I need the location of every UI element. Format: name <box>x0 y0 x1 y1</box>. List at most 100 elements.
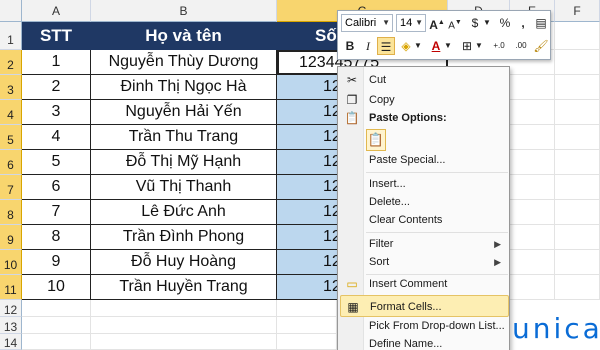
row-header-9[interactable]: 9 <box>0 225 22 250</box>
empty-cell[interactable] <box>510 150 555 175</box>
table-cell-stt[interactable]: 5 <box>22 150 91 175</box>
row-header-4[interactable]: 4 <box>0 100 22 125</box>
row-header-11[interactable]: 11 <box>0 275 22 300</box>
submenu-arrow-icon: ▶ <box>494 257 501 267</box>
row-header-5[interactable]: 5 <box>0 125 22 150</box>
table-cell-stt[interactable]: 7 <box>22 200 91 225</box>
percent-button[interactable]: % <box>496 14 514 32</box>
empty-cell[interactable] <box>91 317 277 334</box>
empty-cell[interactable] <box>510 175 555 200</box>
row-header-1[interactable]: 1 <box>0 22 22 50</box>
table-header-name[interactable]: Họ và tên <box>91 22 277 50</box>
table-cell-name[interactable]: Đinh Thị Ngọc Hà <box>91 75 277 100</box>
menu-item-label: Insert Comment <box>369 278 448 290</box>
menu-item-clear-contents[interactable]: Clear Contents <box>340 209 509 231</box>
empty-cell[interactable] <box>555 200 600 225</box>
row-header-12[interactable]: 12 <box>0 300 22 317</box>
empty-cell[interactable] <box>22 334 91 350</box>
table-cell-name[interactable]: Đỗ Huy Hoàng <box>91 250 277 275</box>
row-header-13[interactable]: 13 <box>0 317 22 334</box>
table-cell-name[interactable]: Nguyễn Hải Yến <box>91 100 277 125</box>
row-header-6[interactable]: 6 <box>0 150 22 175</box>
table-cell-name[interactable]: Trần Thu Trang <box>91 125 277 150</box>
empty-cell[interactable] <box>277 334 337 350</box>
empty-cell[interactable] <box>510 225 555 250</box>
column-header-b[interactable]: B <box>91 0 277 22</box>
empty-cell[interactable] <box>555 50 600 75</box>
table-cell-stt[interactable]: 6 <box>22 175 91 200</box>
font-color-dropdown[interactable]: ▼ <box>443 37 453 55</box>
shrink-font-icon: A <box>448 20 455 32</box>
empty-cell[interactable] <box>555 275 600 300</box>
menu-item-sort[interactable]: Sort ▶ <box>340 251 509 273</box>
font-name-combo[interactable]: Calibri ▼ <box>341 14 393 32</box>
format-painter-button[interactable]: 🖌 <box>532 37 550 55</box>
decrease-decimal-icon: .00 <box>515 41 527 50</box>
empty-cell[interactable] <box>555 100 600 125</box>
empty-cell[interactable] <box>555 250 600 275</box>
table-cell-name[interactable]: Trần Huyền Trang <box>91 275 277 300</box>
table-cell-name[interactable]: Đỗ Thị Mỹ Hạnh <box>91 150 277 175</box>
currency-dropdown[interactable]: ▼ <box>482 14 492 32</box>
format-painter-mini-button[interactable]: ▤ <box>532 14 550 32</box>
empty-cell[interactable] <box>22 317 91 334</box>
empty-cell[interactable] <box>510 125 555 150</box>
empty-cell[interactable] <box>555 150 600 175</box>
empty-cell[interactable] <box>555 225 600 250</box>
table-cell-stt[interactable]: 2 <box>22 75 91 100</box>
empty-cell[interactable] <box>510 100 555 125</box>
table-header-stt[interactable]: STT <box>22 22 91 50</box>
table-cell-name[interactable]: Vũ Thị Thanh <box>91 175 277 200</box>
menu-item-label: Define Name... <box>369 338 443 350</box>
paste-button[interactable]: 📋 <box>366 129 386 151</box>
fill-color-dropdown[interactable]: ▼ <box>413 37 423 55</box>
font-size-combo[interactable]: 14 ▼ <box>396 14 426 32</box>
column-header-a[interactable]: A <box>22 0 91 22</box>
empty-cell[interactable] <box>510 250 555 275</box>
empty-cell[interactable] <box>22 300 91 317</box>
empty-cell[interactable] <box>555 75 600 100</box>
empty-cell[interactable] <box>555 175 600 200</box>
comma-style-button[interactable]: , <box>514 14 532 32</box>
shrink-font-button[interactable]: A▼ <box>446 14 464 32</box>
table-cell-stt[interactable]: 10 <box>22 275 91 300</box>
empty-cell[interactable] <box>91 334 277 350</box>
row-header-3[interactable]: 3 <box>0 75 22 100</box>
menu-item-paste-special[interactable]: Paste Special... <box>340 149 509 171</box>
table-cell-stt[interactable]: 8 <box>22 225 91 250</box>
empty-cell[interactable] <box>277 317 337 334</box>
table-cell-stt[interactable]: 4 <box>22 125 91 150</box>
table-cell-stt[interactable]: 1 <box>22 50 91 75</box>
menu-item-insert-comment[interactable]: ▭ Insert Comment <box>340 273 509 295</box>
menu-item-format-cells[interactable]: ▦ Format Cells... <box>340 295 509 317</box>
empty-cell[interactable] <box>555 125 600 150</box>
row-header-14[interactable]: 14 <box>0 334 22 350</box>
select-all-corner[interactable] <box>0 0 22 22</box>
table-cell-name[interactable]: Lê Đức Anh <box>91 200 277 225</box>
row-header-8[interactable]: 8 <box>0 200 22 225</box>
empty-cell[interactable] <box>277 300 337 317</box>
italic-button[interactable]: I <box>359 37 377 55</box>
increase-decimal-button[interactable]: +.0 <box>488 37 510 55</box>
menu-item-define-name[interactable]: Define Name... <box>340 333 509 350</box>
row-header-2[interactable]: 2 <box>0 50 22 75</box>
column-header-f[interactable]: F <box>555 0 600 22</box>
empty-cell[interactable] <box>510 75 555 100</box>
brush-icon: 🖌 <box>533 39 549 53</box>
borders-dropdown[interactable]: ▼ <box>474 37 484 55</box>
table-cell-stt[interactable]: 3 <box>22 100 91 125</box>
empty-cell[interactable] <box>510 275 555 300</box>
table-cell-stt[interactable]: 9 <box>22 250 91 275</box>
table-cell-name[interactable]: Trần Đình Phong <box>91 225 277 250</box>
empty-cell[interactable] <box>510 200 555 225</box>
empty-cell[interactable] <box>555 22 600 50</box>
center-align-button[interactable]: ☰ <box>377 37 395 55</box>
bold-button[interactable]: B <box>341 37 359 55</box>
decrease-decimal-button[interactable]: .00 <box>510 37 532 55</box>
menu-item-cut[interactable]: ✂ Cut <box>340 69 509 91</box>
table-cell-name[interactable]: Nguyễn Thùy Dương <box>91 50 277 75</box>
grow-font-button[interactable]: A▲ <box>428 14 446 32</box>
row-header-10[interactable]: 10 <box>0 250 22 275</box>
empty-cell[interactable] <box>91 300 277 317</box>
row-header-7[interactable]: 7 <box>0 175 22 200</box>
